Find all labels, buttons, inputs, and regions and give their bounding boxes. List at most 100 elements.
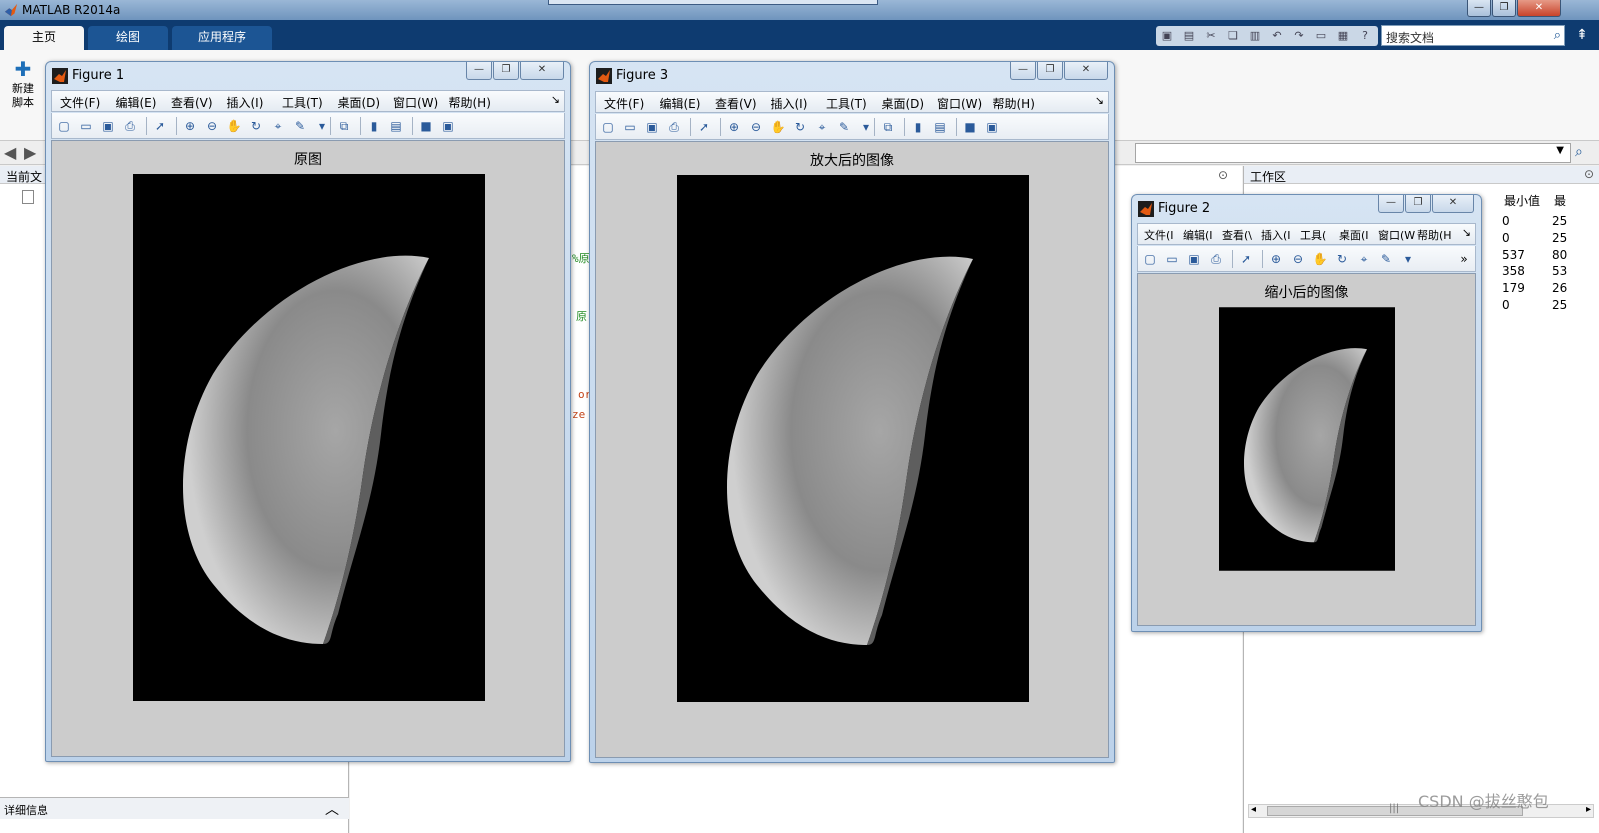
menu-item[interactable]: 帮助(H) <box>449 94 491 111</box>
forward-arrow-icon[interactable]: ▶ <box>24 143 36 162</box>
chevron-down-icon[interactable]: ▾ <box>858 119 874 135</box>
search-icon[interactable]: ⌕ <box>1554 28 1561 43</box>
rotate-icon[interactable]: ↻ <box>1334 251 1350 267</box>
editor-menu-icon[interactable]: ⊙ <box>1218 168 1228 182</box>
chevron-down-icon[interactable]: ▾ <box>1400 251 1416 267</box>
new-figure-icon[interactable]: ▢ <box>56 118 72 134</box>
new-script-button[interactable]: ✚ 新建 脚本 <box>6 56 40 126</box>
menu-item[interactable]: 工具(T) <box>826 95 867 112</box>
col-header-max[interactable]: 最 <box>1554 192 1566 209</box>
copy-icon[interactable]: ❏ <box>1226 29 1240 43</box>
col-header-min[interactable]: 最小值 <box>1504 192 1540 209</box>
menu-item[interactable]: 插入(I) <box>771 95 808 112</box>
menu-item[interactable]: 窗口(W) <box>937 95 982 112</box>
paste-icon[interactable]: ▥ <box>1248 29 1262 43</box>
menu-item[interactable]: 查看(\ <box>1222 227 1252 243</box>
link-plot-icon[interactable]: ⧉ <box>336 118 352 134</box>
menu-item[interactable]: 查看(V) <box>715 95 757 112</box>
print-icon[interactable]: ⎙ <box>1208 251 1224 267</box>
new-figure-icon[interactable]: ▢ <box>600 119 616 135</box>
scroll-left-icon[interactable]: ◂ <box>1251 804 1256 815</box>
save-figure-icon[interactable]: ▣ <box>1186 251 1202 267</box>
colorbar-icon[interactable]: ▮ <box>366 118 382 134</box>
brush-icon[interactable]: ✎ <box>1378 251 1394 267</box>
legend-icon[interactable]: ▤ <box>388 118 404 134</box>
tab-apps[interactable]: 应用程序 <box>172 26 272 50</box>
maximize-button[interactable]: ❐ <box>1405 195 1431 213</box>
preferences-icon[interactable]: ▦ <box>1336 29 1350 43</box>
cut-icon[interactable]: ✂ <box>1204 29 1218 43</box>
menu-item[interactable]: 窗口(W) <box>393 94 438 111</box>
menu-item[interactable]: 插入(I <box>1261 227 1291 243</box>
redo-icon[interactable]: ↷ <box>1292 29 1306 43</box>
zoom-in-icon[interactable]: ⊕ <box>182 118 198 134</box>
rotate-icon[interactable]: ↻ <box>248 118 264 134</box>
legend-icon[interactable]: ▤ <box>932 119 948 135</box>
scroll-right-icon[interactable]: ▸ <box>1586 804 1591 815</box>
hide-tools-icon[interactable]: ■ <box>962 119 978 135</box>
close-button[interactable]: ✕ <box>1432 195 1474 213</box>
menu-item[interactable]: 编辑(I <box>1183 227 1213 243</box>
menu-item[interactable]: 文件(F) <box>604 95 644 112</box>
menu-item[interactable]: 桌面(D) <box>338 94 381 111</box>
zoom-out-icon[interactable]: ⊖ <box>1290 251 1306 267</box>
data-cursor-icon[interactable]: ⌖ <box>1356 251 1372 267</box>
chevron-down-icon[interactable]: ▾ <box>314 118 330 134</box>
menu-item[interactable]: 桌面(I <box>1339 227 1369 243</box>
menu-item[interactable]: 桌面(D) <box>882 95 925 112</box>
menu-item[interactable]: 文件(F) <box>60 94 100 111</box>
pointer-icon[interactable]: ➚ <box>1238 251 1254 267</box>
menu-item[interactable]: 窗口(W <box>1378 227 1415 243</box>
close-button[interactable]: ✕ <box>1064 62 1108 80</box>
workspace-menu-icon[interactable]: ⊙ <box>1584 167 1594 181</box>
link-plot-icon[interactable]: ⧉ <box>880 119 896 135</box>
menu-item[interactable]: 帮助(H <box>1417 227 1452 243</box>
zoom-out-icon[interactable]: ⊖ <box>204 118 220 134</box>
zoom-out-icon[interactable]: ⊖ <box>748 119 764 135</box>
minimize-button[interactable]: — <box>1378 195 1404 213</box>
back-arrow-icon[interactable]: ◀ <box>4 143 16 162</box>
brush-icon[interactable]: ✎ <box>292 118 308 134</box>
menu-item[interactable]: 查看(V) <box>171 94 213 111</box>
help-icon[interactable]: ? <box>1358 29 1372 43</box>
search-documentation-input[interactable]: 搜索文档 ⌕ <box>1381 25 1565 46</box>
pan-icon[interactable]: ✋ <box>770 119 786 135</box>
menu-overflow-icon[interactable]: ↘ <box>1095 94 1104 107</box>
path-search-icon[interactable]: ⌕ <box>1575 144 1583 160</box>
open-file-icon[interactable]: ▭ <box>78 118 94 134</box>
pan-icon[interactable]: ✋ <box>1312 251 1328 267</box>
switch-windows-icon[interactable]: ▭ <box>1314 29 1328 43</box>
minimize-button[interactable]: — <box>1010 62 1036 80</box>
pointer-icon[interactable]: ➚ <box>696 119 712 135</box>
menu-item[interactable]: 帮助(H) <box>993 95 1035 112</box>
menu-overflow-icon[interactable]: ↘ <box>551 93 560 106</box>
print-icon[interactable]: ⎙ <box>122 118 138 134</box>
current-path-input[interactable]: ▼ <box>1135 143 1571 163</box>
pointer-icon[interactable]: ➚ <box>152 118 168 134</box>
brush-icon[interactable]: ✎ <box>836 119 852 135</box>
show-tools-icon[interactable]: ▣ <box>440 118 456 134</box>
menu-item[interactable]: 编辑(E) <box>660 95 701 112</box>
tab-home[interactable]: 主页 <box>4 26 84 50</box>
save-icon[interactable]: ▤ <box>1182 29 1196 43</box>
minimize-button[interactable]: — <box>1467 0 1491 17</box>
menu-item[interactable]: 工具( <box>1300 227 1326 243</box>
colorbar-icon[interactable]: ▮ <box>910 119 926 135</box>
chevron-up-icon[interactable]: ︿ <box>325 799 339 819</box>
chevron-down-icon[interactable]: ▼ <box>1556 145 1564 156</box>
close-button[interactable]: ✕ <box>520 62 564 80</box>
save-figure-icon[interactable]: ▣ <box>644 119 660 135</box>
minimize-button[interactable]: — <box>466 62 492 80</box>
open-file-icon[interactable]: ▭ <box>622 119 638 135</box>
menu-item[interactable]: 文件(I <box>1144 227 1174 243</box>
menu-item[interactable]: 编辑(E) <box>116 94 157 111</box>
figure-1-window[interactable]: Figure 1 — ❐ ✕ 文件(F) 编辑(E) 查看(V) 插入(I) 工具(T)… <box>45 61 571 762</box>
data-cursor-icon[interactable]: ⌖ <box>814 119 830 135</box>
hide-tools-icon[interactable]: ■ <box>418 118 434 134</box>
open-file-icon[interactable]: ▭ <box>1164 251 1180 267</box>
maximize-button[interactable]: ❐ <box>1037 62 1063 80</box>
zoom-in-icon[interactable]: ⊕ <box>726 119 742 135</box>
show-tools-icon[interactable]: ▣ <box>984 119 1000 135</box>
menu-item[interactable]: 工具(T) <box>282 94 323 111</box>
maximize-button[interactable]: ❐ <box>1492 0 1516 17</box>
